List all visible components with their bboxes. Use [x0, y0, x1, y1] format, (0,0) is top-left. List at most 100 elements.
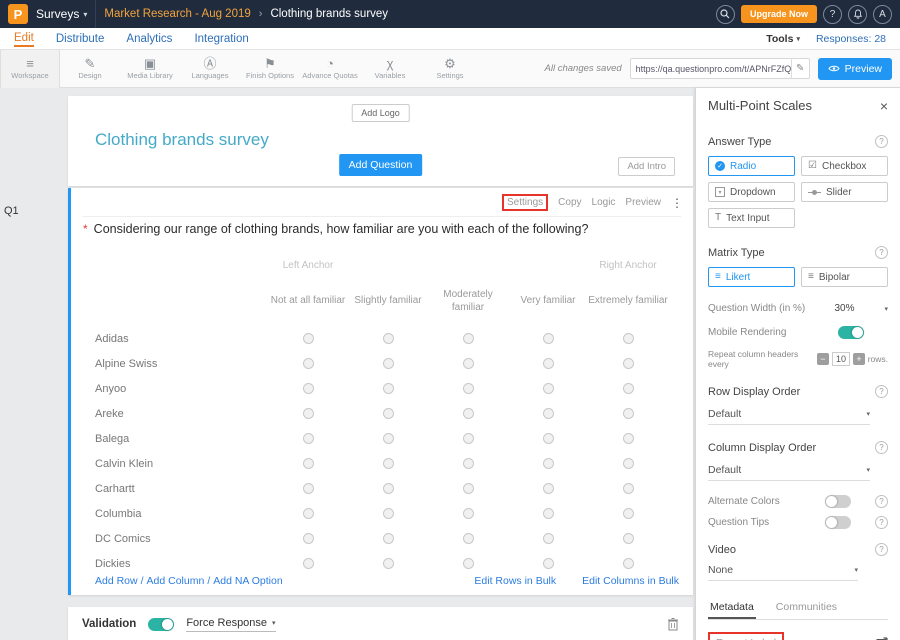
row-label[interactable]: Carhartt: [95, 476, 268, 501]
row-label[interactable]: Alpine Swiss: [95, 351, 268, 376]
help-button[interactable]: ?: [823, 5, 842, 24]
radio-option[interactable]: [383, 383, 394, 394]
radio-option[interactable]: [303, 558, 314, 569]
answer-type-dropdown[interactable]: ▾ Dropdown: [708, 182, 795, 202]
radio-option[interactable]: [623, 483, 634, 494]
radio-option[interactable]: [303, 458, 314, 469]
tab-edit[interactable]: Edit: [14, 30, 34, 47]
toolbar-item-languages[interactable]: Ⓐ Languages: [180, 50, 240, 88]
radio-option[interactable]: [383, 483, 394, 494]
radio-option[interactable]: [463, 408, 474, 419]
add-logo-button[interactable]: Add Logo: [351, 104, 410, 122]
add-intro-button[interactable]: Add Intro: [618, 157, 675, 176]
toolbar-item-advance-quotas[interactable]: ◔ Advance Quotas: [300, 50, 360, 88]
row-display-order-dropdown[interactable]: Default ▾: [708, 408, 870, 425]
validation-type-dropdown[interactable]: Force Response ▾: [186, 617, 275, 632]
radio-option[interactable]: [623, 383, 634, 394]
delete-question-button[interactable]: [667, 617, 679, 631]
radio-option[interactable]: [543, 558, 554, 569]
tab-distribute[interactable]: Distribute: [56, 33, 105, 45]
row-label[interactable]: Balega: [95, 426, 268, 451]
radio-option[interactable]: [463, 508, 474, 519]
radio-option[interactable]: [383, 533, 394, 544]
toolbar-item-finish-options[interactable]: ⚑ Finish Options: [240, 50, 300, 88]
close-icon[interactable]: ×: [880, 100, 888, 112]
radio-option[interactable]: [623, 433, 634, 444]
radio-option[interactable]: [303, 433, 314, 444]
tools-menu[interactable]: Tools ▾: [766, 33, 800, 45]
question-width-value[interactable]: 30%: [834, 303, 854, 314]
row-label[interactable]: Adidas: [95, 326, 268, 351]
edit-columns-bulk-link[interactable]: Edit Columns in Bulk: [582, 575, 679, 587]
row-label[interactable]: Calvin Klein: [95, 451, 268, 476]
tab-metadata[interactable]: Metadata: [708, 597, 756, 619]
search-button[interactable]: [716, 5, 735, 24]
column-header[interactable]: Moderately familiar: [428, 276, 508, 326]
toolbar-item-design[interactable]: ✎ Design: [60, 50, 120, 88]
radio-option[interactable]: [463, 383, 474, 394]
radio-option[interactable]: [303, 483, 314, 494]
answer-type-checkbox[interactable]: ☑ Checkbox: [801, 156, 888, 176]
radio-option[interactable]: [303, 333, 314, 344]
help-icon[interactable]: ?: [875, 246, 888, 259]
answer-type-radio[interactable]: ✓ Radio: [708, 156, 795, 176]
radio-option[interactable]: [543, 358, 554, 369]
preview-button[interactable]: Preview: [818, 58, 892, 80]
radio-option[interactable]: [463, 458, 474, 469]
question-text[interactable]: Considering our range of clothing brands…: [94, 222, 589, 236]
edit-url-icon[interactable]: ✎: [791, 58, 809, 79]
toolbar-item-variables[interactable]: χ Variables: [360, 50, 420, 88]
video-dropdown[interactable]: None ▾: [708, 564, 858, 581]
decrement-button[interactable]: −: [817, 353, 828, 365]
toolbar-item-settings[interactable]: ⚙ Settings: [420, 50, 480, 88]
radio-option[interactable]: [463, 558, 474, 569]
validation-toggle[interactable]: [148, 618, 174, 631]
radio-option[interactable]: [303, 533, 314, 544]
increment-button[interactable]: +: [853, 353, 864, 365]
column-display-order-dropdown[interactable]: Default ▾: [708, 464, 870, 481]
row-label[interactable]: Anyoo: [95, 376, 268, 401]
add-row-link[interactable]: Add Row: [95, 575, 138, 587]
row-label[interactable]: Dickies: [95, 551, 268, 576]
tab-integration[interactable]: Integration: [194, 33, 248, 45]
alternate-colors-toggle[interactable]: [825, 495, 851, 508]
radio-option[interactable]: [463, 533, 474, 544]
radio-option[interactable]: [543, 508, 554, 519]
column-header[interactable]: Extremely familiar: [588, 276, 668, 326]
help-icon[interactable]: ?: [875, 441, 888, 454]
radio-option[interactable]: [383, 358, 394, 369]
row-label[interactable]: DC Comics: [95, 526, 268, 551]
help-icon[interactable]: ?: [875, 385, 888, 398]
help-icon[interactable]: ?: [875, 135, 888, 148]
radio-option[interactable]: [543, 533, 554, 544]
question-tips-toggle[interactable]: [825, 516, 851, 529]
column-header[interactable]: Not at all familiar: [268, 276, 348, 326]
radio-option[interactable]: [623, 508, 634, 519]
row-label[interactable]: Columbia: [95, 501, 268, 526]
radio-option[interactable]: [543, 333, 554, 344]
responses-count[interactable]: Responses: 28: [816, 33, 886, 45]
chevron-down-icon[interactable]: ▾: [884, 305, 888, 313]
radio-option[interactable]: [383, 508, 394, 519]
add-column-link[interactable]: Add Column: [147, 575, 205, 587]
radio-option[interactable]: [623, 558, 634, 569]
question-settings-button[interactable]: Settings: [507, 197, 543, 208]
add-question-button[interactable]: Add Question: [339, 154, 423, 176]
question-preview-button[interactable]: Preview: [625, 197, 661, 208]
help-icon[interactable]: ?: [875, 543, 888, 556]
column-header[interactable]: Very familiar: [508, 276, 588, 326]
radio-option[interactable]: [623, 358, 634, 369]
toolbar-item-media-library[interactable]: ▣ Media Library: [120, 50, 180, 88]
survey-url-field[interactable]: https://qa.questionpro.com/t/APNrFZfQ ✎: [630, 58, 810, 79]
radio-option[interactable]: [383, 433, 394, 444]
radio-option[interactable]: [383, 558, 394, 569]
upgrade-now-button[interactable]: Upgrade Now: [741, 5, 817, 23]
radio-option[interactable]: [463, 358, 474, 369]
answer-type-slider[interactable]: Slider: [801, 182, 888, 202]
toolbar-item-workspace[interactable]: ≡ Workspace: [0, 50, 60, 88]
answer-type-text-input[interactable]: T Text Input: [708, 208, 795, 228]
radio-option[interactable]: [303, 383, 314, 394]
radio-option[interactable]: [463, 483, 474, 494]
radio-option[interactable]: [543, 408, 554, 419]
radio-option[interactable]: [383, 458, 394, 469]
